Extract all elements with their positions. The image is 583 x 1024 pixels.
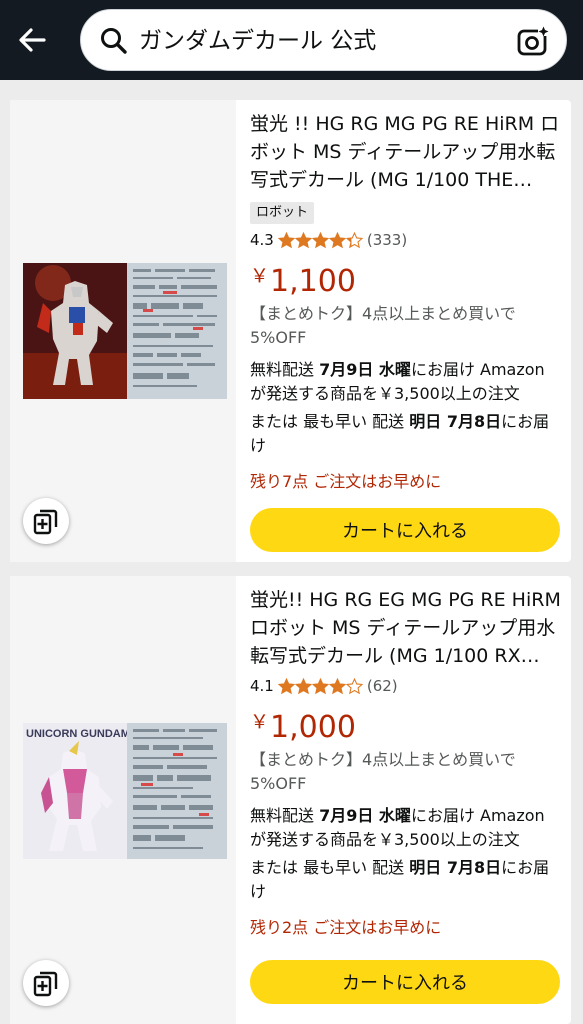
add-to-cart-button[interactable]: カートに入れる: [250, 960, 560, 1004]
star-icon: [328, 231, 346, 248]
promo-text: 【まとめトク】4点以上まとめ買いで5%OFF: [250, 304, 516, 347]
star-icon: [277, 677, 295, 694]
rating-value: 4.3: [250, 231, 274, 249]
stock-warning: 残り2点 ご注文はお早めに: [250, 918, 442, 937]
currency-symbol: ￥: [250, 711, 270, 733]
price-value: 1,000: [270, 710, 356, 745]
star-rating: [277, 677, 363, 695]
shipping-date: 7月9日 水曜: [319, 360, 411, 379]
star-icon: [328, 677, 346, 694]
arrow-left-icon: [19, 28, 46, 52]
search-icon: [101, 28, 127, 54]
product-card[interactable]: 蛍光 !! HG RG MG PG RE HiRM ロボット MS ディテールア…: [10, 100, 571, 562]
product-image-area[interactable]: UNICORN GUNDAM: [10, 576, 236, 1024]
star-icon: [345, 231, 363, 248]
add-to-cart-button[interactable]: カートに入れる: [250, 508, 560, 552]
shipping-info: 無料配送 7月9日 水曜にお届け Amazon が発送する商品を￥3,500以上…: [250, 804, 562, 852]
add-to-list-button[interactable]: [23, 498, 69, 544]
product-info: 蛍光!! HG RG EG MG PG RE HiRM ロボット MS ディテー…: [250, 586, 562, 940]
fastest-delivery: または 最も早い 配送 明日 7月8日にお届け: [250, 856, 562, 904]
promo-text: 【まとめトク】4点以上まとめ買いで5%OFF: [250, 750, 516, 793]
shipping-info: 無料配送 7月9日 水曜にお届け Amazon が発送する商品を￥3,500以上…: [250, 358, 562, 406]
star-icon: [345, 677, 363, 694]
search-input[interactable]: ガンダムデカール 公式: [80, 9, 567, 71]
camera-search-icon[interactable]: [516, 24, 550, 58]
rating-row[interactable]: 4.3 (333): [250, 228, 562, 252]
product-info: 蛍光 !! HG RG MG PG RE HiRM ロボット MS ディテールア…: [250, 110, 562, 494]
fastest-prefix: または 最も早い 配送: [250, 412, 410, 431]
back-button[interactable]: [12, 20, 52, 60]
product-image[interactable]: UNICORN GUNDAM: [23, 723, 227, 859]
product-image[interactable]: [23, 263, 227, 399]
currency-symbol: ￥: [250, 265, 270, 287]
fastest-prefix: または 最も早い 配送: [250, 858, 410, 877]
product-image-area[interactable]: [10, 100, 236, 562]
star-rating: [277, 231, 363, 249]
review-count[interactable]: (333): [367, 231, 407, 249]
product-card[interactable]: UNICORN GUNDAM 蛍光!! HG RG EG MG PG RE Hi…: [10, 576, 571, 1024]
price-value: 1,100: [270, 264, 356, 299]
fastest-date: 明日 7月8日: [409, 858, 502, 877]
shipping-prefix: 無料配送: [250, 806, 320, 825]
rating-row[interactable]: 4.1 (62): [250, 674, 562, 698]
stock-warning: 残り7点 ご注文はお早めに: [250, 472, 442, 491]
price: ￥1,100: [250, 258, 562, 300]
star-icon: [311, 231, 329, 248]
add-to-list-button[interactable]: [23, 960, 69, 1006]
star-icon: [277, 231, 295, 248]
price: ￥1,000: [250, 704, 562, 746]
review-count[interactable]: (62): [367, 677, 398, 695]
category-badge: ロボット: [250, 202, 315, 224]
rating-value: 4.1: [250, 677, 274, 695]
fastest-delivery: または 最も早い 配送 明日 7月8日にお届け: [250, 410, 562, 458]
top-bar: ガンダムデカール 公式: [0, 0, 583, 80]
fastest-date: 明日 7月8日: [409, 412, 502, 431]
product-title[interactable]: 蛍光 !! HG RG MG PG RE HiRM ロボット MS ディテールア…: [250, 110, 562, 194]
add-to-list-icon: [33, 971, 58, 997]
star-icon: [311, 677, 329, 694]
product-image-text: UNICORN GUNDAM: [26, 728, 130, 740]
search-query: ガンダムデカール 公式: [139, 28, 377, 54]
star-icon: [294, 231, 312, 248]
star-icon: [294, 677, 312, 694]
add-to-list-icon: [33, 509, 58, 535]
product-title[interactable]: 蛍光!! HG RG EG MG PG RE HiRM ロボット MS ディテー…: [250, 586, 562, 670]
shipping-date: 7月9日 水曜: [319, 806, 411, 825]
shipping-prefix: 無料配送: [250, 360, 320, 379]
search-results: 蛍光 !! HG RG MG PG RE HiRM ロボット MS ディテールア…: [0, 80, 583, 1024]
